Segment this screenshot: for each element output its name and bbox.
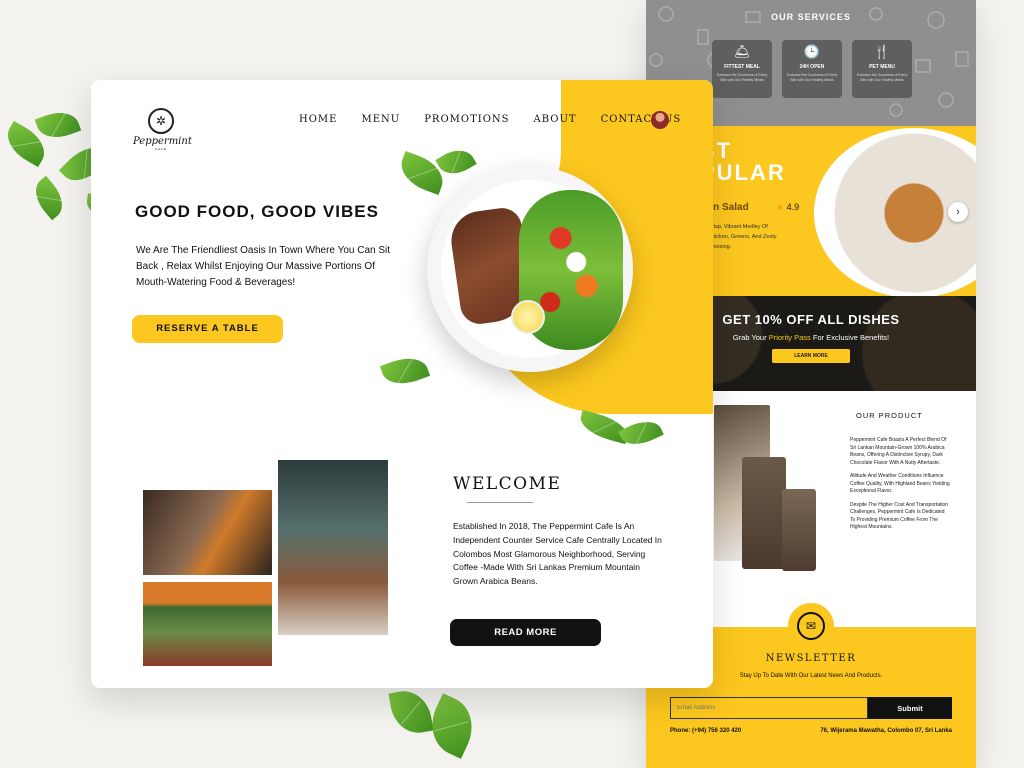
service-card-desc: Embrace the Goodness of Every Bite with …: [856, 73, 908, 82]
tree-icon: ✲: [148, 108, 174, 134]
clock-icon: 🕒: [803, 44, 821, 59]
nav-home[interactable]: HOME: [299, 114, 337, 125]
product-paragraph: Altitude And Weather Conditions Influenc…: [850, 473, 950, 494]
leaf-decoration: [379, 351, 431, 391]
welcome-title: WELCOME: [453, 474, 562, 494]
cutlery-icon: 🍴: [873, 44, 891, 59]
hero-title: GOOD FOOD, GOOD VIBES: [135, 202, 379, 221]
service-card-fittest-meal[interactable]: 🛎 FITTEST MEAL Embrace the Goodness of E…: [712, 40, 772, 98]
promo-sub-prefix: Grab Your: [732, 333, 769, 342]
coffee-bag-image: [742, 457, 786, 569]
avatar[interactable]: [651, 111, 669, 129]
product-title: OUR PRODUCT: [856, 411, 923, 420]
nav-promotions[interactable]: PROMOTIONS: [424, 114, 509, 125]
product-paragraph: Despite The Higher Cost And Transportati…: [850, 501, 949, 531]
chef-cooking-image: [143, 490, 272, 575]
nav-about[interactable]: ABOUT: [534, 114, 577, 125]
steak-salad-plate-image: [427, 166, 633, 372]
logo-tagline: CAFE: [154, 147, 167, 151]
read-more-button[interactable]: READ MORE: [450, 619, 601, 646]
leaf-decoration: [34, 105, 82, 145]
star-icon: ★: [776, 202, 785, 212]
service-card-desc: Embrace the Goodness of Every Bite with …: [716, 73, 768, 82]
carousel-next-button[interactable]: ›: [948, 202, 968, 222]
leaf-decoration: [388, 687, 434, 737]
rating-value: 4.9: [786, 202, 800, 212]
newsletter-form: Submit: [670, 697, 952, 719]
plate-inner: [441, 180, 623, 358]
logo-name: Peppermint: [133, 136, 192, 147]
leaf-decoration: [27, 175, 71, 221]
cafe-interior-image: [278, 460, 388, 635]
outdoor-seating-image: [143, 582, 272, 666]
learn-more-button[interactable]: LEARN MORE: [772, 349, 850, 363]
service-card-title: FITTEST MEAL: [724, 64, 760, 70]
hero-subtitle: We Are The Friendliest Oasis In Town Whe…: [136, 245, 391, 288]
main-page: ✲ Peppermint CAFE HOME MENU PROMOTIONS A…: [91, 80, 713, 688]
coffee-bag-image: [782, 489, 816, 571]
leaf-decoration: [618, 414, 664, 452]
services-title: OUR SERVICES: [771, 12, 851, 22]
sauce-bowl: [511, 300, 545, 334]
product-description: Peppermint Cafe Boasts A Perfect Blend O…: [850, 437, 950, 538]
envelope-icon: ✉: [797, 612, 825, 640]
rating: ★ 4.9: [776, 202, 799, 213]
service-card-24h-open[interactable]: 🕒 24H OPEN Embrace the Goodness of Every…: [782, 40, 842, 98]
email-field[interactable]: [670, 697, 868, 719]
promo-highlight: Priority Pass: [768, 333, 811, 342]
welcome-text: Established In 2018, The Peppermint Cafe…: [453, 521, 662, 587]
nav-menu[interactable]: MENU: [361, 114, 400, 125]
promo-sub-suffix: For Exclusive Benefits!: [810, 333, 890, 342]
cloche-icon: 🛎: [733, 44, 751, 59]
service-card-title: 24H OPEN: [799, 64, 825, 70]
main-nav: HOME MENU PROMOTIONS ABOUT CONTACT US: [299, 114, 681, 125]
submit-button[interactable]: Submit: [868, 697, 952, 719]
service-card-pet-menu[interactable]: 🍴 PET MENU Embrace the Goodness of Every…: [852, 40, 912, 98]
reserve-table-button[interactable]: RESERVE A TABLE: [132, 315, 283, 343]
service-card-title: PET MENU: [869, 64, 895, 70]
product-paragraph: Peppermint Cafe Boasts A Perfect Blend O…: [850, 437, 947, 466]
nav-contact-us[interactable]: CONTACT US: [601, 114, 682, 125]
contact-footer: Phone: (+94) 756 320 420 76, Wijerama Ma…: [670, 728, 952, 734]
phone-text: Phone: (+94) 756 320 420: [670, 728, 742, 734]
logo[interactable]: ✲ Peppermint CAFE: [133, 108, 192, 151]
service-card-desc: Embrace the Goodness of Every Bite with …: [786, 73, 838, 82]
address-text: 76, Wijerama Mawatha, Colombo 07, Sri La…: [820, 728, 952, 734]
popular-dish-desc: Crisp, Vibrant Medley Of Chicken, Greens…: [708, 224, 777, 250]
divider: [467, 502, 533, 503]
newsletter-badge: ✉: [788, 603, 834, 649]
